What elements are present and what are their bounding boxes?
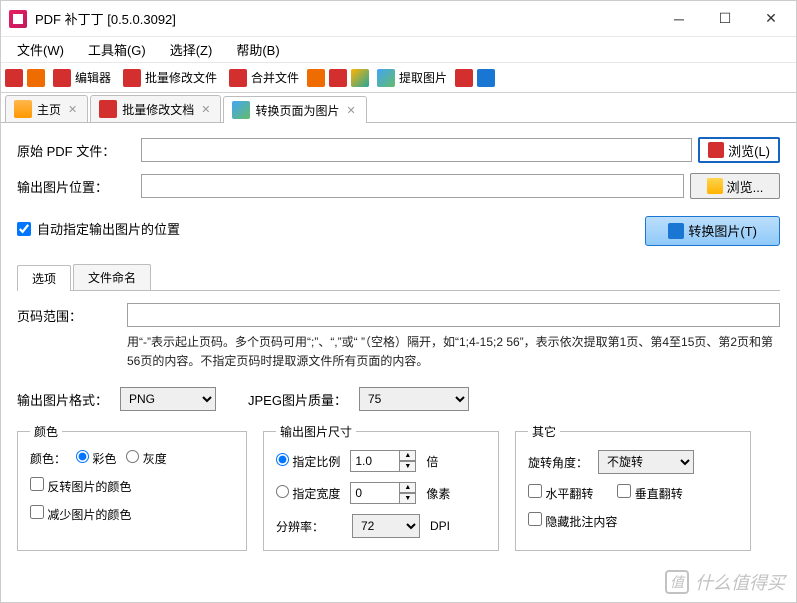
ratio-radio[interactable]: 指定比例 — [276, 453, 340, 470]
menubar: 文件(W) 工具箱(G) 选择(Z) 帮助(B) — [1, 37, 796, 63]
other-group: 其它 旋转角度： 不旋转 水平翻转 垂直翻转 隐藏批注内容 — [515, 423, 751, 551]
pdf-icon — [99, 100, 117, 118]
window-title: PDF 补丁丁 [0.5.0.3092] — [35, 9, 656, 28]
disk-icon — [668, 223, 684, 239]
tab-batch-edit[interactable]: 批量修改文档 ✕ — [90, 95, 221, 122]
image-icon — [232, 101, 250, 119]
jpeg-quality-label: JPEG图片质量： — [248, 390, 347, 409]
output-path-input[interactable] — [141, 174, 684, 198]
options-tabs: 选项 文件命名 — [17, 264, 780, 291]
reduce-color-checkbox[interactable]: 减少图片的颜色 — [30, 505, 131, 523]
tab-close-icon[interactable]: ✕ — [344, 104, 357, 117]
width-input[interactable]: ▲▼ — [350, 482, 416, 504]
flip-h-checkbox[interactable]: 水平翻转 — [528, 484, 593, 502]
toolbar-extract-img[interactable]: 提取图片 — [373, 67, 451, 89]
width-radio[interactable]: 指定宽度 — [276, 485, 340, 502]
page-range-label: 页码范围： — [17, 306, 117, 325]
pdf-icon — [53, 69, 71, 87]
menu-select[interactable]: 选择(Z) — [158, 37, 225, 62]
jpeg-quality-select[interactable]: 75 — [359, 387, 469, 411]
source-pdf-input[interactable] — [141, 138, 692, 162]
pdf-icon — [123, 69, 141, 87]
dpi-select[interactable]: 72 — [352, 514, 420, 538]
watermark-icon: 值 — [665, 570, 689, 594]
document-tabs: 主页 ✕ 批量修改文档 ✕ 转换页面为图片 ✕ — [1, 93, 796, 123]
folder-icon — [707, 178, 723, 194]
titlebar: PDF 补丁丁 [0.5.0.3092] ─ ☐ ✕ — [1, 1, 796, 37]
output-format-select[interactable]: PNG — [120, 387, 216, 411]
toolbar-icon[interactable] — [5, 69, 23, 87]
toolbar-icon[interactable] — [307, 69, 325, 87]
tab-home[interactable]: 主页 ✕ — [5, 95, 88, 122]
pdf-icon — [708, 142, 724, 158]
ratio-input[interactable]: ▲▼ — [350, 450, 416, 472]
image-icon — [377, 69, 395, 87]
flip-v-checkbox[interactable]: 垂直翻转 — [617, 484, 682, 502]
minimize-button[interactable]: ─ — [656, 1, 702, 37]
close-button[interactable]: ✕ — [748, 1, 794, 37]
toolbar-icon[interactable] — [27, 69, 45, 87]
pdf-icon — [229, 69, 247, 87]
home-icon — [14, 100, 32, 118]
color-gray-radio[interactable]: 灰度 — [126, 450, 166, 467]
output-path-label: 输出图片位置： — [17, 177, 135, 196]
rotate-select[interactable]: 不旋转 — [598, 450, 694, 474]
toolbar-icon[interactable] — [329, 69, 347, 87]
color-colorful-radio[interactable]: 彩色 — [76, 450, 116, 467]
invert-color-checkbox[interactable]: 反转图片的颜色 — [30, 477, 131, 495]
maximize-button[interactable]: ☐ — [702, 1, 748, 37]
tab-close-icon[interactable]: ✕ — [66, 103, 79, 116]
menu-toolbox[interactable]: 工具箱(G) — [76, 37, 158, 62]
size-group: 输出图片尺寸 指定比例 ▲▼ 倍 指定宽度 ▲▼ 像素 分辨率： 72 DPI — [263, 423, 499, 551]
toolbar-icon[interactable] — [351, 69, 369, 87]
subtab-options[interactable]: 选项 — [17, 265, 71, 291]
page-range-help: 用“-”表示起止页码。多个页码可用“;”、“,”或“ ”（空格）隔开，如“1;4… — [127, 333, 780, 371]
convert-button[interactable]: 转换图片(T) — [645, 216, 780, 246]
page-range-input[interactable] — [127, 303, 780, 327]
hide-annot-checkbox[interactable]: 隐藏批注内容 — [528, 512, 617, 530]
auto-locate-checkbox[interactable]: 自动指定输出图片的位置 — [17, 219, 180, 238]
toolbar-icon[interactable] — [455, 69, 473, 87]
tab-close-icon[interactable]: ✕ — [199, 103, 212, 116]
color-group: 颜色 颜色： 彩色 灰度 反转图片的颜色 减少图片的颜色 — [17, 423, 247, 551]
watermark: 值 什么值得买 — [665, 569, 785, 595]
content-area: 原始 PDF 文件： 浏览(L) 输出图片位置： 浏览... 自动指定输出图片的… — [1, 123, 796, 565]
toolbar-batch-edit[interactable]: 批量修改文件 — [119, 67, 221, 89]
toolbar-merge[interactable]: 合并文件 — [225, 67, 303, 89]
menu-file[interactable]: 文件(W) — [5, 37, 76, 62]
browse-source-button[interactable]: 浏览(L) — [698, 137, 780, 163]
browse-output-button[interactable]: 浏览... — [690, 173, 780, 199]
toolbar-icon[interactable] — [477, 69, 495, 87]
app-icon — [9, 10, 27, 28]
tab-convert-image[interactable]: 转换页面为图片 ✕ — [223, 96, 366, 123]
output-format-label: 输出图片格式： — [17, 390, 108, 409]
menu-help[interactable]: 帮助(B) — [224, 37, 291, 62]
toolbar: 编辑器 批量修改文件 合并文件 提取图片 — [1, 63, 796, 93]
subtab-naming[interactable]: 文件命名 — [73, 264, 151, 290]
toolbar-editor[interactable]: 编辑器 — [49, 67, 115, 89]
source-pdf-label: 原始 PDF 文件： — [17, 141, 135, 160]
